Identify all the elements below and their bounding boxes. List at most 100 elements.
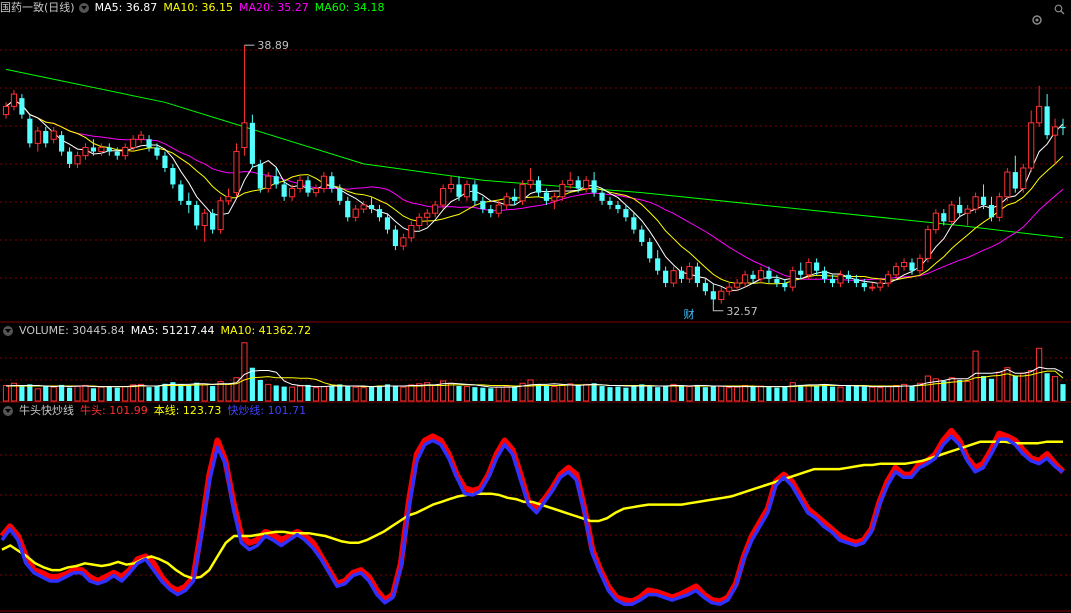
event-marker: 财 bbox=[683, 307, 694, 321]
volume-bar bbox=[480, 387, 486, 401]
volume-bar bbox=[782, 386, 788, 401]
ma20-value: MA20: 35.27 bbox=[239, 1, 309, 14]
candle-body bbox=[98, 146, 105, 153]
volume-bar bbox=[50, 386, 57, 402]
volume-bar bbox=[130, 384, 137, 402]
volume-bar bbox=[924, 375, 931, 402]
candle-body bbox=[432, 204, 439, 214]
candle-body bbox=[941, 213, 947, 222]
volume-bar bbox=[1044, 373, 1050, 401]
volume-bar bbox=[845, 385, 852, 401]
volume-bar bbox=[567, 383, 574, 402]
candle-body bbox=[535, 180, 542, 193]
candle-body bbox=[225, 196, 232, 202]
volume-bar bbox=[320, 386, 327, 402]
candle-body bbox=[543, 192, 550, 201]
volume-bar bbox=[980, 376, 987, 401]
volume-bar bbox=[655, 387, 661, 401]
candle-body bbox=[34, 130, 41, 144]
volume-bar bbox=[607, 387, 613, 401]
volume-bar bbox=[456, 386, 462, 401]
volume-bar bbox=[345, 386, 351, 401]
volume-bar bbox=[631, 385, 637, 401]
kuaichao-value: 快炒线: 101.71 bbox=[227, 404, 307, 417]
candle-body bbox=[337, 188, 343, 201]
volume-dropdown-icon[interactable] bbox=[3, 326, 13, 336]
volume-bar bbox=[663, 386, 669, 401]
zoom-icon[interactable] bbox=[1054, 4, 1065, 15]
candle-body bbox=[948, 204, 955, 222]
low-label: 32.57 bbox=[726, 305, 758, 318]
volume-bar bbox=[257, 379, 263, 401]
candle-body bbox=[384, 217, 391, 230]
volume-bar bbox=[178, 384, 184, 401]
volume-bar bbox=[1020, 372, 1027, 402]
volume-bar bbox=[718, 386, 725, 402]
candle-body bbox=[567, 179, 574, 185]
volume-bar bbox=[66, 387, 73, 401]
candle-body bbox=[909, 262, 915, 271]
low-marker bbox=[712, 304, 724, 312]
volume-bar bbox=[360, 387, 367, 402]
candle-body bbox=[447, 183, 455, 190]
indicator-name: 牛头快炒线 bbox=[19, 404, 74, 417]
volume-bar bbox=[543, 386, 550, 401]
volume-bar bbox=[941, 381, 947, 401]
volume-bar bbox=[805, 384, 812, 402]
candle-body bbox=[583, 179, 590, 190]
volume-bar bbox=[599, 386, 605, 401]
candle-body bbox=[694, 266, 701, 284]
volume-bar bbox=[408, 384, 415, 402]
candle-body bbox=[265, 175, 272, 190]
candle-body bbox=[702, 283, 708, 292]
volume-bar bbox=[1012, 375, 1018, 401]
dropdown-icon[interactable] bbox=[78, 3, 89, 13]
candle-body bbox=[512, 196, 518, 201]
volume-bar bbox=[821, 384, 828, 401]
volume-bar bbox=[1004, 367, 1011, 402]
candle-body bbox=[988, 204, 995, 218]
kuaichao-line bbox=[0, 434, 1065, 606]
settings-gear-icon[interactable] bbox=[1031, 14, 1043, 26]
candle-body bbox=[798, 270, 804, 275]
candle-body bbox=[495, 204, 502, 214]
candle-body bbox=[392, 229, 399, 247]
candle-body bbox=[488, 209, 494, 214]
volume-bar bbox=[241, 342, 248, 402]
volume-bar bbox=[296, 385, 304, 402]
volume-bar bbox=[210, 386, 216, 401]
candle-body bbox=[440, 188, 447, 206]
candle-body bbox=[964, 208, 971, 214]
candle-body bbox=[114, 151, 120, 156]
volume-bar bbox=[146, 387, 152, 401]
candle-body bbox=[90, 147, 97, 152]
volume-bar bbox=[186, 385, 192, 401]
candle-body bbox=[916, 257, 924, 272]
volume-bar bbox=[154, 386, 160, 401]
volume-bar bbox=[988, 378, 995, 401]
volume-bar bbox=[495, 386, 502, 402]
candle-body bbox=[257, 163, 263, 189]
indicator-dropdown-icon[interactable] bbox=[3, 406, 13, 416]
candle-body bbox=[424, 212, 431, 218]
volume-bar bbox=[861, 386, 867, 401]
candle-body bbox=[678, 270, 685, 279]
volume-bar bbox=[201, 384, 208, 402]
volume-bar bbox=[734, 386, 741, 402]
candle-body bbox=[2, 105, 10, 116]
volume-bar bbox=[329, 385, 335, 401]
candle-body bbox=[1044, 106, 1050, 136]
volume-bar bbox=[488, 388, 494, 401]
candle-body bbox=[980, 196, 987, 205]
candle-body bbox=[312, 188, 320, 194]
volume-bar bbox=[837, 386, 844, 402]
volume-value: VOLUME: 30445.84 bbox=[19, 324, 125, 337]
volume-bar bbox=[43, 386, 49, 401]
candle-body bbox=[233, 151, 240, 194]
volume-bar bbox=[694, 384, 701, 401]
candle-body bbox=[50, 130, 57, 140]
price-header: 国药一致(日线) MA5: 36.87 MA10: 36.15 MA20: 35.27… bbox=[0, 0, 390, 16]
candle-body bbox=[631, 217, 637, 230]
candle-body bbox=[742, 274, 749, 284]
candle-body bbox=[19, 98, 25, 115]
